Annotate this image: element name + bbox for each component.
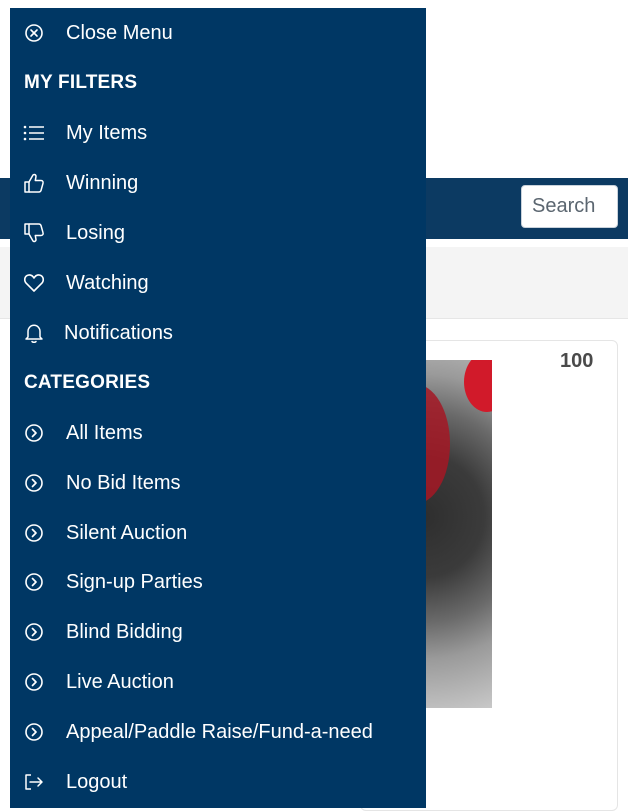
item-number: 100 [560, 350, 594, 372]
category-item-label: Blind Bidding [66, 620, 183, 643]
category-item-live-auction[interactable]: Live Auction [10, 659, 426, 705]
chevron-circle-right-icon [22, 720, 46, 744]
filter-item-label: My Items [66, 121, 148, 144]
heart-icon [22, 271, 46, 295]
chevron-circle-right-icon [22, 570, 46, 594]
category-item-label: Appeal/Paddle Raise/Fund-a-need [66, 720, 373, 743]
list-icon [22, 121, 46, 145]
thumbs-down-icon [22, 221, 46, 245]
my-filters-heading: MY FILTERS [24, 72, 138, 93]
logout-label: Logout [66, 770, 128, 793]
bell-icon [22, 321, 46, 345]
search-input[interactable]: Search [521, 185, 618, 228]
close-menu-button[interactable]: Close Menu [10, 10, 426, 56]
categories-heading: CATEGORIES [24, 372, 151, 393]
category-item-label: Sign-up Parties [66, 570, 203, 593]
side-drawer-menu: Close Menu MY FILTERS My Items Winning L… [10, 8, 426, 808]
filter-item-my-items[interactable]: My Items [10, 110, 426, 156]
category-item-appeal-paddle-raise[interactable]: Appeal/Paddle Raise/Fund-a-need [10, 709, 426, 755]
filter-item-label: Notifications [64, 321, 173, 344]
close-menu-label: Close Menu [66, 21, 173, 44]
chevron-circle-right-icon [22, 670, 46, 694]
category-item-all-items[interactable]: All Items [10, 410, 426, 456]
chevron-circle-right-icon [22, 471, 46, 495]
filter-item-label: Watching [66, 271, 149, 294]
chevron-circle-right-icon [22, 421, 46, 445]
logout-button[interactable]: Logout [10, 759, 426, 805]
filter-item-notifications[interactable]: Notifications [10, 310, 426, 356]
logout-icon [22, 770, 46, 794]
filter-item-losing[interactable]: Losing [10, 210, 426, 256]
category-item-label: Silent Auction [66, 521, 188, 544]
filter-item-label: Losing [66, 221, 125, 244]
filter-item-winning[interactable]: Winning [10, 160, 426, 206]
close-circle-icon [22, 21, 46, 45]
thumbs-up-icon [22, 171, 46, 195]
category-item-blind-bidding[interactable]: Blind Bidding [10, 609, 426, 655]
filter-item-label: Winning [66, 171, 139, 194]
chevron-circle-right-icon [22, 521, 46, 545]
category-item-label: No Bid Items [66, 471, 181, 494]
category-item-no-bid-items[interactable]: No Bid Items [10, 460, 426, 506]
filter-item-watching[interactable]: Watching [10, 260, 426, 306]
category-item-sign-up-parties[interactable]: Sign-up Parties [10, 559, 426, 605]
category-item-silent-auction[interactable]: Silent Auction [10, 510, 426, 556]
category-item-label: All Items [66, 421, 143, 444]
category-item-label: Live Auction [66, 670, 174, 693]
chevron-circle-right-icon [22, 620, 46, 644]
